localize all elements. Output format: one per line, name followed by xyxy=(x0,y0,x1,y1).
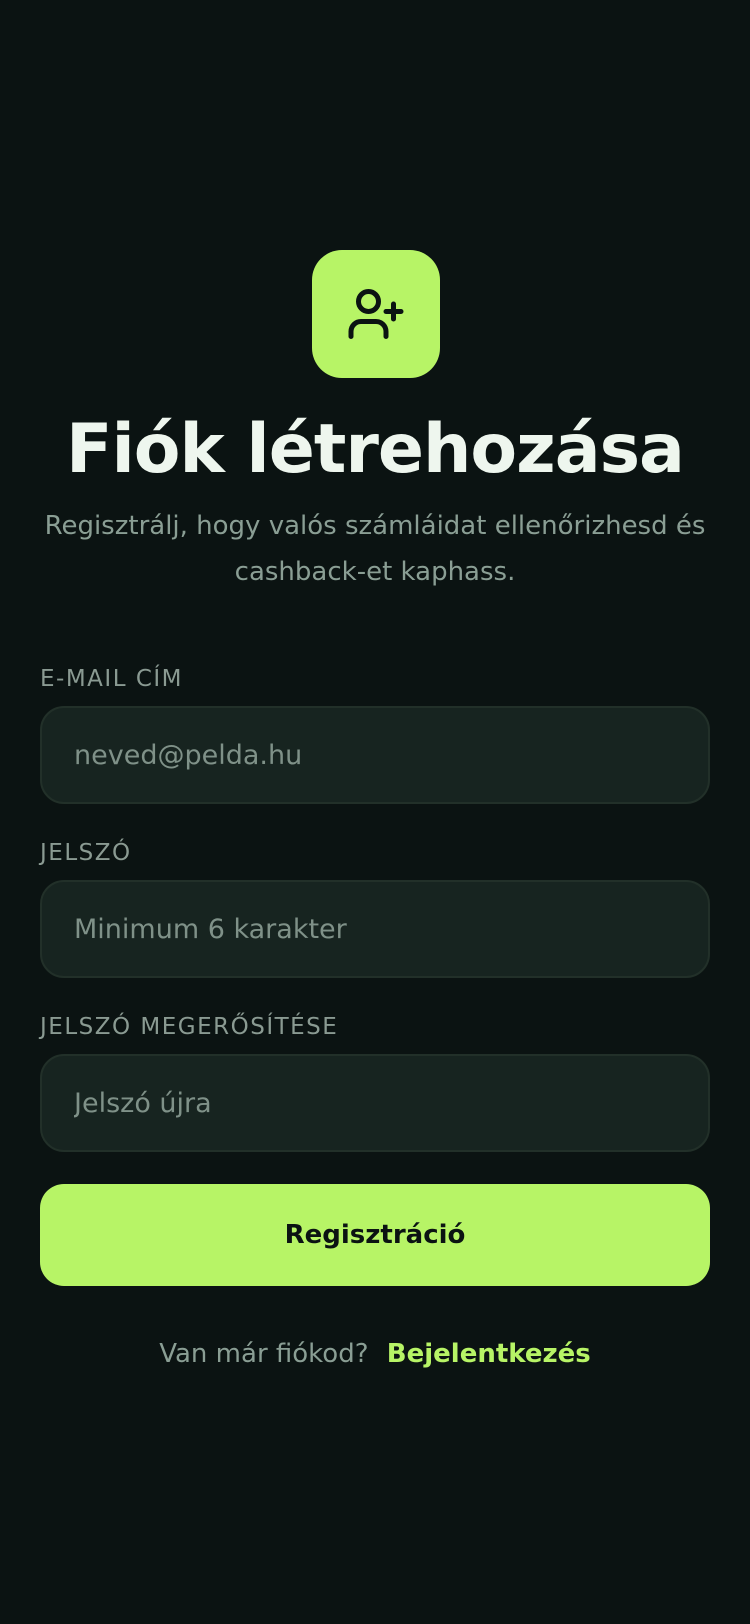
register-screen: Fiók létrehozása Regisztrálj, hogy valós… xyxy=(0,0,750,1624)
password-field[interactable] xyxy=(40,880,710,978)
password-label: JELSZÓ xyxy=(40,840,132,866)
email-field[interactable] xyxy=(40,706,710,804)
register-button[interactable]: Regisztráció xyxy=(40,1184,710,1286)
login-prompt-text: Van már fiókod? xyxy=(159,1339,369,1369)
app-logo-tile xyxy=(312,250,440,378)
login-link[interactable]: Bejelentkezés xyxy=(387,1339,591,1369)
page-subtitle: Regisztrálj, hogy valós számláidat ellen… xyxy=(44,511,706,587)
page-title: Fiók létrehozása xyxy=(66,410,685,489)
login-prompt: Van már fiókod? Bejelentkezés xyxy=(0,1334,750,1374)
password-confirm-field[interactable] xyxy=(40,1054,710,1152)
user-plus-icon xyxy=(348,289,404,339)
password-confirm-label: JELSZÓ MEGERŐSÍTÉSE xyxy=(40,1014,339,1040)
email-label: E-MAIL CÍM xyxy=(40,666,184,692)
